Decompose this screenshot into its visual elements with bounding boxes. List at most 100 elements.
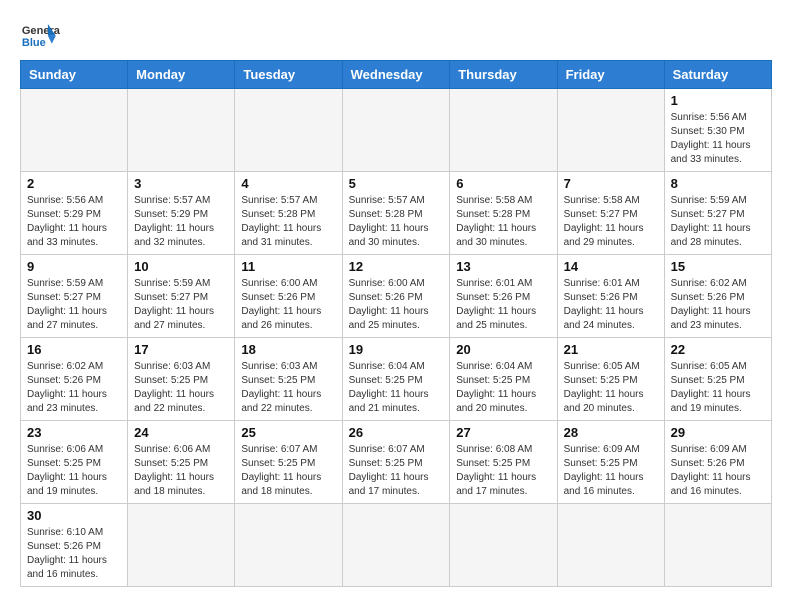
day-number: 14	[564, 259, 658, 274]
day-number: 3	[134, 176, 228, 191]
calendar-cell: 26Sunrise: 6:07 AM Sunset: 5:25 PM Dayli…	[342, 421, 450, 504]
calendar-cell	[342, 504, 450, 587]
day-number: 2	[27, 176, 121, 191]
page-header: General Blue	[20, 20, 772, 50]
day-number: 25	[241, 425, 335, 440]
day-number: 20	[456, 342, 550, 357]
day-info: Sunrise: 5:56 AM Sunset: 5:29 PM Dayligh…	[27, 194, 121, 250]
day-number: 28	[564, 425, 658, 440]
calendar-cell	[128, 504, 235, 587]
day-info: Sunrise: 5:57 AM Sunset: 5:28 PM Dayligh…	[349, 194, 444, 250]
calendar-week-row-5: 23 Sunrise: 6:06 AM Sunset: 5:25 PM Dayli…	[21, 421, 772, 504]
calendar-cell: 7Sunrise: 5:58 AM Sunset: 5:27 PM Daylig…	[557, 172, 664, 255]
calendar-cell: 12 Sunrise: 6:00 AM Sunset: 5:26 PM Dayli…	[342, 255, 450, 338]
day-info: Sunrise: 6:00 AM Sunset: 5:26 PM Dayligh…	[241, 277, 335, 333]
day-number: 13	[456, 259, 550, 274]
calendar-cell	[342, 89, 450, 172]
weekday-header-monday: Monday	[128, 61, 235, 89]
day-number: 12	[349, 259, 444, 274]
day-number: 4	[241, 176, 335, 191]
day-number: 9	[27, 259, 121, 274]
weekday-header-friday: Friday	[557, 61, 664, 89]
weekday-header-wednesday: Wednesday	[342, 61, 450, 89]
calendar-cell	[235, 504, 342, 587]
weekday-header-row: SundayMondayTuesdayWednesdayThursdayFrid…	[21, 61, 772, 89]
calendar-week-row-4: 16 Sunrise: 6:02 AM Sunset: 5:26 PM Dayli…	[21, 338, 772, 421]
calendar-cell: 14 Sunrise: 6:01 AM Sunset: 5:26 PM Dayli…	[557, 255, 664, 338]
calendar-cell: 24 Sunrise: 6:06 AM Sunset: 5:25 PM Dayli…	[128, 421, 235, 504]
day-info: Sunrise: 5:59 AM Sunset: 5:27 PM Dayligh…	[134, 277, 228, 333]
day-info: Sunrise: 5:59 AM Sunset: 5:27 PM Dayligh…	[27, 277, 121, 333]
calendar-cell: 13 Sunrise: 6:01 AM Sunset: 5:26 PM Dayli…	[450, 255, 557, 338]
day-info: Sunrise: 5:56 AM Sunset: 5:30 PM Dayligh…	[671, 111, 765, 167]
calendar-cell: 29Sunrise: 6:09 AM Sunset: 5:26 PM Dayli…	[664, 421, 771, 504]
calendar-cell: 27 Sunrise: 6:08 AM Sunset: 5:25 PM Dayli…	[450, 421, 557, 504]
day-number: 16	[27, 342, 121, 357]
day-info: Sunrise: 6:02 AM Sunset: 5:26 PM Dayligh…	[671, 277, 765, 333]
calendar-cell	[557, 89, 664, 172]
svg-text:Blue: Blue	[22, 37, 46, 49]
day-number: 6	[456, 176, 550, 191]
day-info: Sunrise: 6:02 AM Sunset: 5:26 PM Dayligh…	[27, 360, 121, 416]
day-info: Sunrise: 6:03 AM Sunset: 5:25 PM Dayligh…	[241, 360, 335, 416]
weekday-header-thursday: Thursday	[450, 61, 557, 89]
calendar-cell	[450, 504, 557, 587]
calendar-week-row-3: 9 Sunrise: 5:59 AM Sunset: 5:27 PM Daylig…	[21, 255, 772, 338]
day-info: Sunrise: 6:04 AM Sunset: 5:25 PM Dayligh…	[349, 360, 444, 416]
day-info: Sunrise: 6:06 AM Sunset: 5:25 PM Dayligh…	[27, 443, 121, 499]
calendar-cell: 17 Sunrise: 6:03 AM Sunset: 5:25 PM Dayli…	[128, 338, 235, 421]
calendar-cell: 5Sunrise: 5:57 AM Sunset: 5:28 PM Daylig…	[342, 172, 450, 255]
day-info: Sunrise: 6:01 AM Sunset: 5:26 PM Dayligh…	[456, 277, 550, 333]
day-number: 30	[27, 508, 121, 523]
calendar-cell	[557, 504, 664, 587]
day-number: 22	[671, 342, 765, 357]
calendar-cell: 4Sunrise: 5:57 AM Sunset: 5:28 PM Daylig…	[235, 172, 342, 255]
day-info: Sunrise: 5:59 AM Sunset: 5:27 PM Dayligh…	[671, 194, 765, 250]
day-info: Sunrise: 5:58 AM Sunset: 5:28 PM Dayligh…	[456, 194, 550, 250]
calendar-week-row-6: 30 Sunrise: 6:10 AM Sunset: 5:26 PM Dayli…	[21, 504, 772, 587]
day-number: 29	[671, 425, 765, 440]
day-number: 24	[134, 425, 228, 440]
day-info: Sunrise: 6:00 AM Sunset: 5:26 PM Dayligh…	[349, 277, 444, 333]
day-info: Sunrise: 6:01 AM Sunset: 5:26 PM Dayligh…	[564, 277, 658, 333]
calendar-cell	[235, 89, 342, 172]
day-number: 1	[671, 93, 765, 108]
calendar-cell: 30 Sunrise: 6:10 AM Sunset: 5:26 PM Dayli…	[21, 504, 128, 587]
day-info: Sunrise: 5:58 AM Sunset: 5:27 PM Dayligh…	[564, 194, 658, 250]
calendar-cell: 1 Sunrise: 5:56 AM Sunset: 5:30 PM Daylig…	[664, 89, 771, 172]
day-number: 19	[349, 342, 444, 357]
logo-icon: General Blue	[20, 20, 60, 50]
day-number: 15	[671, 259, 765, 274]
calendar-week-row-1: 1 Sunrise: 5:56 AM Sunset: 5:30 PM Daylig…	[21, 89, 772, 172]
day-number: 21	[564, 342, 658, 357]
day-info: Sunrise: 6:08 AM Sunset: 5:25 PM Dayligh…	[456, 443, 550, 499]
calendar-cell: 20Sunrise: 6:04 AM Sunset: 5:25 PM Dayli…	[450, 338, 557, 421]
weekday-header-sunday: Sunday	[21, 61, 128, 89]
calendar-cell: 9 Sunrise: 5:59 AM Sunset: 5:27 PM Daylig…	[21, 255, 128, 338]
calendar-cell: 10Sunrise: 5:59 AM Sunset: 5:27 PM Dayli…	[128, 255, 235, 338]
day-info: Sunrise: 6:06 AM Sunset: 5:25 PM Dayligh…	[134, 443, 228, 499]
day-info: Sunrise: 6:09 AM Sunset: 5:25 PM Dayligh…	[564, 443, 658, 499]
day-info: Sunrise: 5:57 AM Sunset: 5:29 PM Dayligh…	[134, 194, 228, 250]
day-info: Sunrise: 6:05 AM Sunset: 5:25 PM Dayligh…	[564, 360, 658, 416]
calendar-cell: 15 Sunrise: 6:02 AM Sunset: 5:26 PM Dayli…	[664, 255, 771, 338]
calendar-cell: 11 Sunrise: 6:00 AM Sunset: 5:26 PM Dayli…	[235, 255, 342, 338]
calendar-cell: 21 Sunrise: 6:05 AM Sunset: 5:25 PM Dayli…	[557, 338, 664, 421]
logo: General Blue	[20, 20, 60, 50]
day-number: 11	[241, 259, 335, 274]
calendar-table: SundayMondayTuesdayWednesdayThursdayFrid…	[20, 60, 772, 587]
calendar-cell: 22Sunrise: 6:05 AM Sunset: 5:25 PM Dayli…	[664, 338, 771, 421]
day-info: Sunrise: 6:03 AM Sunset: 5:25 PM Dayligh…	[134, 360, 228, 416]
calendar-cell	[128, 89, 235, 172]
calendar-cell	[21, 89, 128, 172]
day-number: 27	[456, 425, 550, 440]
calendar-cell: 6 Sunrise: 5:58 AM Sunset: 5:28 PM Daylig…	[450, 172, 557, 255]
day-number: 23	[27, 425, 121, 440]
calendar-week-row-2: 2 Sunrise: 5:56 AM Sunset: 5:29 PM Daylig…	[21, 172, 772, 255]
calendar-cell: 3 Sunrise: 5:57 AM Sunset: 5:29 PM Daylig…	[128, 172, 235, 255]
day-number: 8	[671, 176, 765, 191]
calendar-cell: 8 Sunrise: 5:59 AM Sunset: 5:27 PM Daylig…	[664, 172, 771, 255]
day-number: 17	[134, 342, 228, 357]
calendar-cell	[450, 89, 557, 172]
day-info: Sunrise: 6:10 AM Sunset: 5:26 PM Dayligh…	[27, 526, 121, 582]
